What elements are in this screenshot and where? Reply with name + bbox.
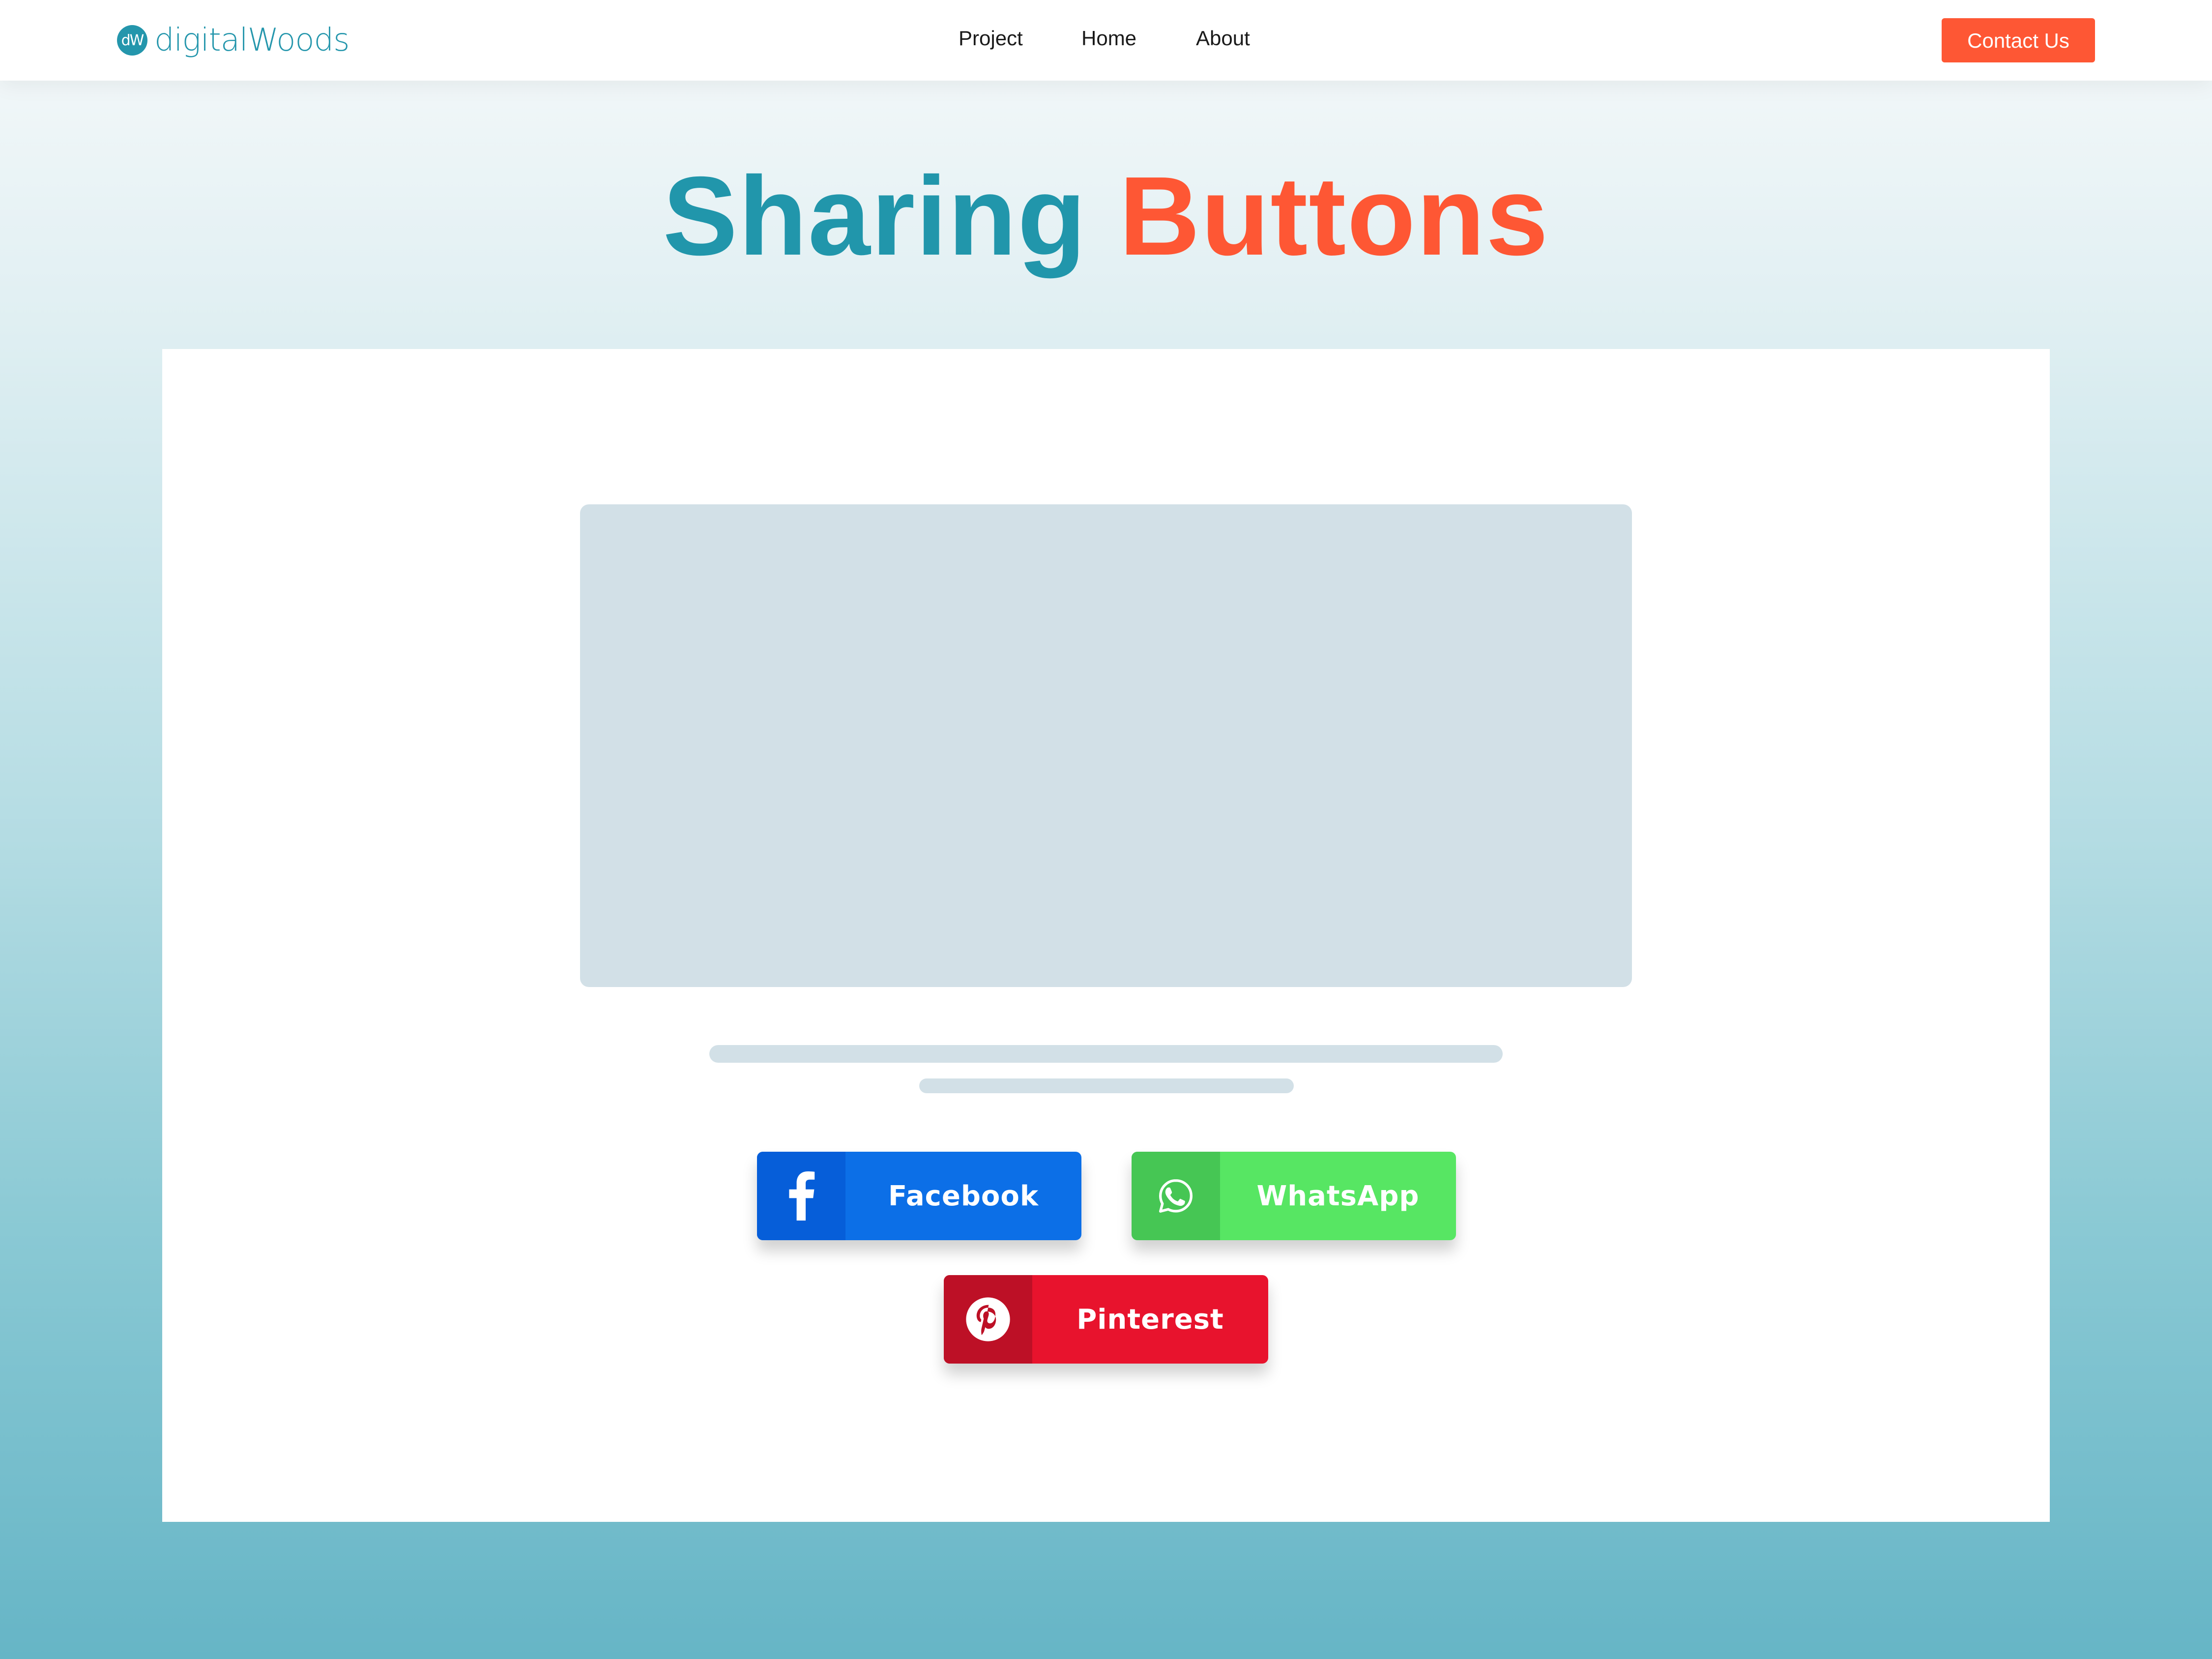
top-navbar: dW digitalWoods Project Home About Conta…: [0, 0, 2212, 81]
pinterest-share-label: Pinterest: [1077, 1303, 1224, 1336]
brand-name: digitalWoods: [154, 22, 349, 58]
content-card: Facebook WhatsApp Pinterest: [162, 349, 2050, 1522]
page-title-part-buttons: Buttons: [1119, 154, 1549, 279]
whatsapp-share-button[interactable]: WhatsApp: [1132, 1152, 1456, 1240]
nav-link-about[interactable]: About: [1196, 24, 1250, 53]
whatsapp-share-label: WhatsApp: [1256, 1180, 1420, 1212]
nav-link-home[interactable]: Home: [1081, 24, 1136, 53]
nav-link-project[interactable]: Project: [959, 24, 1023, 53]
brand-logo-icon-text: dW: [121, 31, 145, 49]
pinterest-share-button[interactable]: Pinterest: [944, 1275, 1268, 1364]
facebook-share-button[interactable]: Facebook: [757, 1152, 1081, 1240]
text-line-placeholder: [709, 1045, 1503, 1063]
text-line-placeholder-short: [919, 1078, 1294, 1093]
contact-us-button[interactable]: Contact Us: [1942, 18, 2095, 62]
page-title-part-sharing: Sharing: [663, 154, 1087, 279]
brand-logo[interactable]: dW digitalWoods: [117, 23, 349, 58]
brand-logo-icon: dW: [117, 25, 147, 56]
image-placeholder: [580, 504, 1632, 987]
facebook-icon: [757, 1152, 845, 1240]
page-title: Sharing Buttons: [0, 152, 2212, 280]
whatsapp-icon: [1132, 1152, 1220, 1240]
pinterest-icon: [944, 1275, 1032, 1364]
facebook-share-label: Facebook: [888, 1180, 1039, 1212]
